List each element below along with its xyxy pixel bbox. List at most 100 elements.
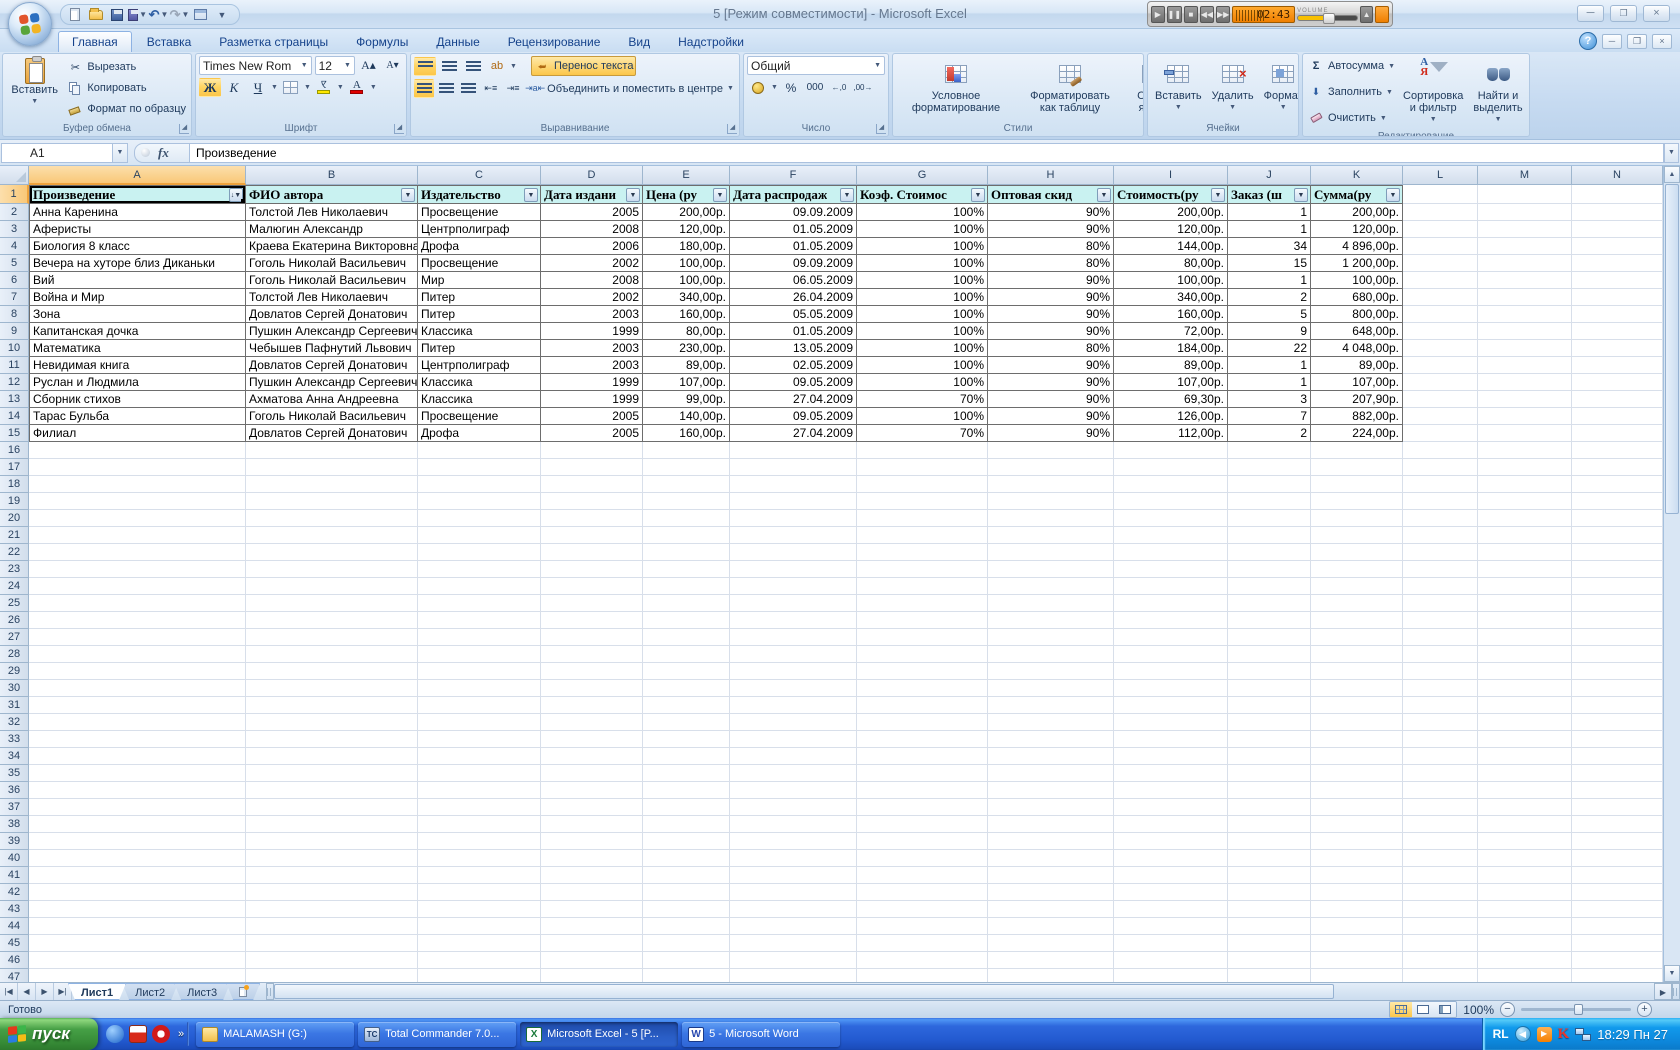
- cell[interactable]: 70%: [857, 425, 988, 442]
- cell[interactable]: [1572, 969, 1663, 982]
- cell[interactable]: [541, 799, 643, 816]
- cell[interactable]: [988, 816, 1114, 833]
- tab-Разметка страницы[interactable]: Разметка страницы: [206, 32, 341, 52]
- cell[interactable]: 27.04.2009: [730, 425, 857, 442]
- row-header-28[interactable]: 28: [0, 646, 29, 663]
- quick-launch-overflow-icon[interactable]: »: [178, 1028, 184, 1040]
- cell[interactable]: 120,00р.: [1114, 221, 1228, 238]
- cell[interactable]: Довлатов Сергей Донатович: [246, 357, 418, 374]
- cell[interactable]: [246, 799, 418, 816]
- name-box-dropdown[interactable]: ▼: [113, 142, 128, 163]
- cell[interactable]: [730, 901, 857, 918]
- cell[interactable]: [1403, 646, 1478, 663]
- cell[interactable]: [730, 527, 857, 544]
- cell[interactable]: [730, 952, 857, 969]
- autofilter-button[interactable]: ▼: [1386, 188, 1400, 202]
- cell[interactable]: [643, 901, 730, 918]
- cell[interactable]: 70%: [857, 391, 988, 408]
- cell[interactable]: [857, 867, 988, 884]
- cell[interactable]: [1311, 748, 1403, 765]
- cell[interactable]: Толстой Лев Николаевич: [246, 204, 418, 221]
- cell[interactable]: [643, 884, 730, 901]
- cell[interactable]: [1403, 544, 1478, 561]
- cell[interactable]: [857, 442, 988, 459]
- cell[interactable]: [1228, 493, 1311, 510]
- cell[interactable]: [857, 646, 988, 663]
- cell[interactable]: [1572, 782, 1663, 799]
- cell[interactable]: [730, 697, 857, 714]
- cell[interactable]: [1228, 952, 1311, 969]
- cell[interactable]: [1114, 510, 1228, 527]
- cell[interactable]: 69,30р.: [1114, 391, 1228, 408]
- cell[interactable]: [988, 578, 1114, 595]
- cell[interactable]: [1114, 799, 1228, 816]
- cell[interactable]: [988, 714, 1114, 731]
- cell[interactable]: [643, 850, 730, 867]
- cell[interactable]: Капитанская дочка: [29, 323, 246, 340]
- cell[interactable]: [643, 765, 730, 782]
- cell[interactable]: [1114, 884, 1228, 901]
- cell[interactable]: [1403, 185, 1478, 204]
- header-cell-F1[interactable]: Дата распродаж ▼: [730, 185, 857, 204]
- column-header-N[interactable]: N: [1572, 166, 1663, 185]
- cell[interactable]: [1478, 629, 1572, 646]
- cell[interactable]: [730, 816, 857, 833]
- cell[interactable]: [857, 493, 988, 510]
- find-select-button[interactable]: Найти и выделить ▼: [1469, 56, 1526, 128]
- cell[interactable]: [246, 476, 418, 493]
- cell[interactable]: [643, 612, 730, 629]
- cell[interactable]: [1403, 969, 1478, 982]
- cell[interactable]: [1572, 493, 1663, 510]
- row-header-37[interactable]: 37: [0, 799, 29, 816]
- cell[interactable]: [541, 816, 643, 833]
- cell[interactable]: [730, 646, 857, 663]
- align-top-button[interactable]: [414, 56, 436, 76]
- conditional-formatting-button[interactable]: Условное форматирование: [896, 56, 1016, 120]
- shrink-font-button[interactable]: A▾: [382, 56, 403, 75]
- cell[interactable]: [541, 578, 643, 595]
- scroll-up-arrow[interactable]: ▲: [1664, 166, 1680, 183]
- cell[interactable]: [1311, 969, 1403, 982]
- cell[interactable]: [1114, 867, 1228, 884]
- align-right-button[interactable]: [458, 79, 478, 98]
- cell[interactable]: [1228, 748, 1311, 765]
- cell[interactable]: [1403, 578, 1478, 595]
- cell[interactable]: [730, 935, 857, 952]
- cell[interactable]: [1572, 510, 1663, 527]
- cell[interactable]: [1228, 833, 1311, 850]
- expand-formula-bar-button[interactable]: ▼: [1664, 142, 1679, 163]
- cell[interactable]: [1572, 629, 1663, 646]
- cell[interactable]: 1999: [541, 391, 643, 408]
- cell[interactable]: [246, 595, 418, 612]
- row-header-32[interactable]: 32: [0, 714, 29, 731]
- cell[interactable]: [1478, 748, 1572, 765]
- cell[interactable]: Просвещение: [418, 255, 541, 272]
- cell[interactable]: [541, 527, 643, 544]
- cell[interactable]: Центрполиграф: [418, 221, 541, 238]
- cell[interactable]: [643, 663, 730, 680]
- cell[interactable]: [643, 527, 730, 544]
- cell[interactable]: [1478, 306, 1572, 323]
- media-player-tray-icon[interactable]: ▶: [1536, 1026, 1552, 1042]
- row-header-27[interactable]: 27: [0, 629, 29, 646]
- cell[interactable]: [1403, 935, 1478, 952]
- cell[interactable]: [1228, 510, 1311, 527]
- cell[interactable]: [1311, 544, 1403, 561]
- cell[interactable]: [418, 731, 541, 748]
- cell[interactable]: [1114, 935, 1228, 952]
- cell[interactable]: [541, 493, 643, 510]
- row-header-42[interactable]: 42: [0, 884, 29, 901]
- cell[interactable]: 4 048,00р.: [1311, 340, 1403, 357]
- name-box[interactable]: A1: [1, 142, 113, 163]
- cell[interactable]: 2003: [541, 306, 643, 323]
- cell[interactable]: [1572, 714, 1663, 731]
- column-header-C[interactable]: C: [418, 166, 541, 185]
- cell[interactable]: [418, 578, 541, 595]
- cell[interactable]: [1572, 646, 1663, 663]
- tab-Вставка[interactable]: Вставка: [134, 32, 205, 52]
- row-header-19[interactable]: 19: [0, 493, 29, 510]
- cell[interactable]: [541, 561, 643, 578]
- row-header-43[interactable]: 43: [0, 901, 29, 918]
- cell[interactable]: [29, 663, 246, 680]
- align-left-button[interactable]: [414, 79, 435, 98]
